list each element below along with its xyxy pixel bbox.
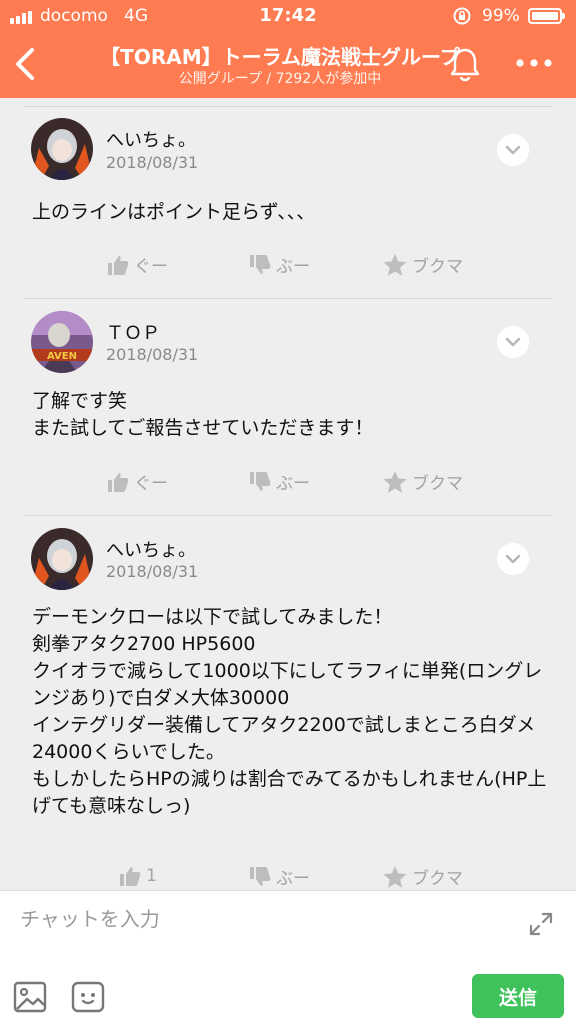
- post-divider: [24, 106, 552, 107]
- star-icon: [383, 253, 407, 276]
- dislike-button[interactable]: ぶー: [248, 469, 310, 494]
- thumbs-up-icon: [108, 472, 129, 492]
- thumbs-down-icon: [250, 471, 271, 491]
- send-button[interactable]: 送信: [472, 974, 564, 1018]
- dislike-button[interactable]: ぶー: [248, 252, 310, 277]
- chevron-down-icon[interactable]: [497, 134, 529, 166]
- like-button[interactable]: 1: [118, 864, 157, 888]
- post-item: へいちょ。 2018/08/31 上のラインはポイント足らず、、、 ぐー ぶー …: [0, 98, 576, 298]
- post-author[interactable]: へいちょ。: [106, 536, 196, 562]
- bookmark-label: ブクマ: [412, 474, 463, 494]
- sticker-icon[interactable]: [70, 979, 106, 1015]
- post-body: デーモンクローは以下で試してみました！ 剣拳アタク2700 HP5600 クイオ…: [32, 606, 547, 817]
- post-body: 了解です笑 また試してご報告させていただきます！: [32, 390, 374, 439]
- app-header: docomo 4G 17:42 99% 【TORAM】トーラム魔法戦士グループ …: [0, 0, 576, 98]
- post-date: 2018/08/31: [106, 345, 199, 364]
- battery-icon: [528, 8, 565, 24]
- thumbs-down-icon: [250, 254, 271, 274]
- avatar[interactable]: AVEN: [31, 311, 93, 373]
- thumbs-up-icon: [108, 255, 129, 275]
- avatar[interactable]: [31, 118, 93, 180]
- rotation-lock-icon: [453, 7, 471, 25]
- bookmark-label: ブクマ: [412, 869, 463, 889]
- bookmark-button[interactable]: ブクマ: [382, 469, 463, 494]
- back-button[interactable]: [10, 44, 40, 84]
- star-icon: [383, 865, 407, 888]
- post-actions: 1 ぶー ブクマ: [0, 864, 576, 890]
- more-options-icon[interactable]: [514, 50, 554, 76]
- post-divider: [24, 515, 552, 516]
- post-author[interactable]: ＴＯＰ: [106, 319, 160, 345]
- chevron-down-icon[interactable]: [497, 543, 529, 575]
- battery-level: [532, 12, 558, 20]
- dislike-label: ぶー: [276, 257, 310, 277]
- post-item: へいちょ。 2018/08/31 デーモンクローは以下で試してみました！ 剣拳ア…: [0, 515, 576, 890]
- dislike-label: ぶー: [276, 869, 310, 889]
- post-date: 2018/08/31: [106, 153, 199, 172]
- avatar[interactable]: [31, 528, 93, 590]
- like-label: ぐー: [134, 474, 168, 494]
- expand-icon[interactable]: [528, 911, 554, 937]
- status-bar: docomo 4G 17:42 99%: [0, 0, 576, 32]
- bookmark-button[interactable]: ブクマ: [382, 252, 463, 277]
- post-item: AVEN ＴＯＰ 2018/08/31 了解です笑 また試してご報告させていただ…: [0, 298, 576, 515]
- like-count: 1: [146, 866, 157, 886]
- post-date: 2018/08/31: [106, 562, 199, 581]
- like-button[interactable]: ぐー: [106, 252, 168, 277]
- dislike-button[interactable]: ぶー: [248, 864, 310, 889]
- dislike-label: ぶー: [276, 474, 310, 494]
- svg-text:AVEN: AVEN: [47, 351, 77, 362]
- post-author[interactable]: へいちょ。: [106, 126, 196, 152]
- like-label: ぐー: [134, 257, 168, 277]
- like-button[interactable]: ぐー: [106, 469, 168, 494]
- thumbs-down-icon: [250, 866, 271, 886]
- chat-composer: 送信: [0, 890, 576, 1024]
- group-subtitle: 公開グループ / 7292人が参加中: [178, 71, 382, 87]
- post-actions: ぐー ぶー ブクマ: [0, 469, 576, 499]
- photo-icon[interactable]: [12, 979, 48, 1015]
- chevron-down-icon[interactable]: [497, 326, 529, 358]
- group-title: 【TORAM】トーラム魔法戦士グループ: [100, 45, 460, 69]
- bell-icon[interactable]: [446, 44, 484, 84]
- post-divider: [24, 298, 552, 299]
- post-feed: へいちょ。 2018/08/31 上のラインはポイント足らず、、、 ぐー ぶー …: [0, 98, 576, 890]
- chat-input[interactable]: [0, 891, 500, 947]
- bookmark-button[interactable]: ブクマ: [382, 864, 463, 889]
- post-body: 上のラインはポイント足らず、、、: [32, 201, 316, 223]
- post-actions: ぐー ぶー ブクマ: [0, 252, 576, 282]
- star-icon: [383, 470, 407, 493]
- battery-percent: 99%: [482, 6, 520, 26]
- bookmark-label: ブクマ: [412, 257, 463, 277]
- thumbs-up-icon: [120, 867, 141, 886]
